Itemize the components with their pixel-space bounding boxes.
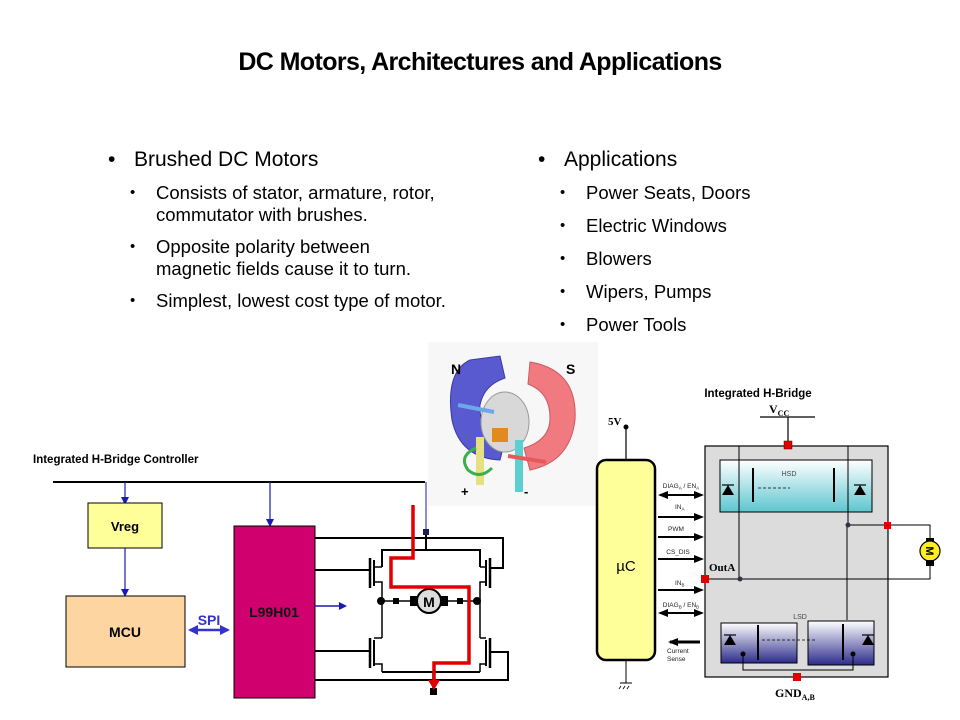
brush-negative bbox=[515, 440, 523, 492]
signal-diag-a: DIAGA / ENA bbox=[663, 483, 699, 491]
vreg-label: Vreg bbox=[111, 519, 139, 534]
plus-label: + bbox=[461, 484, 469, 499]
outa-pin bbox=[701, 575, 709, 583]
current-sense-label: Current bbox=[667, 648, 689, 655]
controller-diagram-title: Integrated H-Bridge Controller bbox=[33, 454, 199, 466]
supply-5v-label: 5V bbox=[608, 416, 622, 428]
current-arrow-icon bbox=[428, 680, 440, 690]
vcc-label: VCC bbox=[769, 402, 789, 418]
spi-label: SPI bbox=[198, 612, 221, 628]
integrated-hbridge-diagram: Integrated H-Bridge VCC HSD M OutA LSD G… bbox=[595, 388, 941, 702]
minus-label: - bbox=[524, 484, 528, 499]
diagrams-canvas: N S + - Integrated H-Bridge Controller V… bbox=[33, 342, 941, 702]
gnd-pin bbox=[793, 673, 801, 681]
hsd-label: HSD bbox=[782, 471, 797, 478]
gate-line bbox=[315, 651, 509, 681]
signal-pwm: PWM bbox=[668, 526, 684, 533]
ground-icon bbox=[618, 685, 630, 690]
driver-label: L99H01 bbox=[249, 604, 299, 620]
outa-label: OutA bbox=[709, 562, 735, 574]
current-sense-label-2: Sense bbox=[667, 656, 686, 663]
uc-label: µC bbox=[616, 558, 636, 575]
north-label: N bbox=[451, 361, 461, 377]
motor-label: M bbox=[423, 594, 435, 610]
south-label: S bbox=[566, 361, 575, 377]
motor-label: M bbox=[923, 546, 935, 555]
vcc-pin bbox=[783, 440, 793, 450]
gnd-label: GNDA,B bbox=[775, 686, 815, 702]
mcu-label: MCU bbox=[109, 624, 141, 640]
hsd-block bbox=[719, 459, 873, 513]
node-left bbox=[377, 597, 385, 605]
brush-positive bbox=[476, 437, 484, 485]
dc-motor-illustration: N S + - bbox=[428, 342, 598, 506]
hbridge-title: Integrated H-Bridge bbox=[704, 388, 811, 400]
outb-pin bbox=[884, 522, 891, 529]
lsd-label: LSD bbox=[793, 614, 807, 621]
signal-in-b: INB bbox=[675, 580, 685, 588]
supply-node bbox=[423, 529, 429, 535]
signal-cs-dis: CS_DIS bbox=[666, 549, 690, 556]
commutator bbox=[492, 428, 508, 442]
gate-line bbox=[315, 537, 504, 569]
signal-in-a: INA bbox=[675, 504, 685, 512]
signal-diag-b: DIAGB / ENB bbox=[663, 602, 699, 610]
